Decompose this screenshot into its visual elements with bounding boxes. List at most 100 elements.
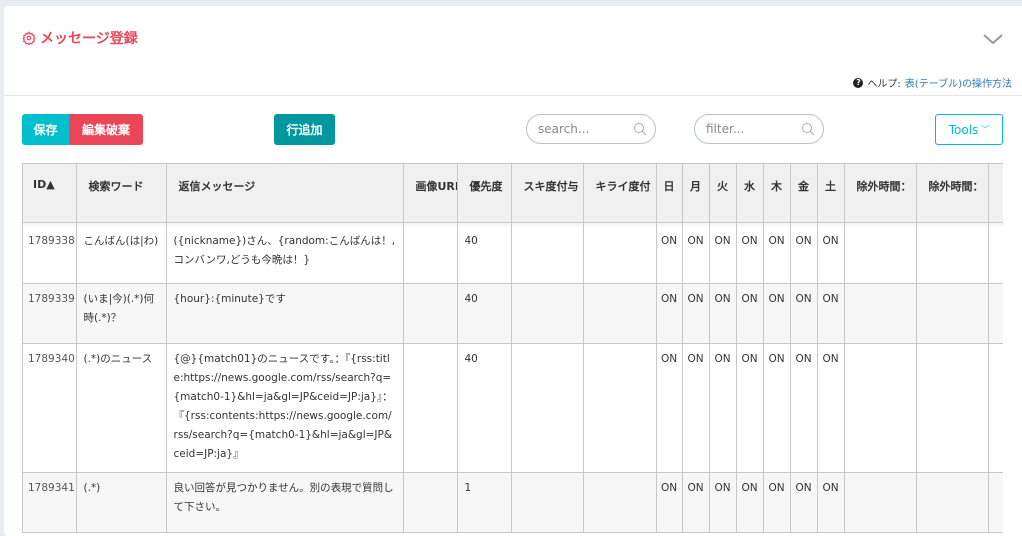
column-header[interactable]: スキ度付与 bbox=[511, 163, 584, 223]
column-header[interactable]: 検索ワード bbox=[76, 163, 167, 223]
column-header[interactable]: ID▲ bbox=[23, 163, 77, 223]
cell-day[interactable]: ON bbox=[763, 472, 791, 533]
cell-day[interactable]: ON bbox=[817, 283, 845, 344]
cell-word[interactable]: (いま|今)(.*)何時(.*)？ bbox=[76, 283, 167, 344]
cell-day[interactable]: ON bbox=[763, 343, 791, 473]
filter-placeholder: filter... bbox=[706, 122, 745, 136]
add-row-button[interactable]: 行追加 bbox=[274, 114, 335, 145]
cell-day[interactable]: ON bbox=[682, 343, 710, 473]
column-header[interactable]: キライ度付 bbox=[583, 163, 657, 223]
cell-reply[interactable]: 良い回答が見つかりません。別の表現で質問して下さい。 bbox=[166, 472, 404, 533]
cell-day[interactable]: ON bbox=[682, 283, 710, 344]
cell-word[interactable]: (.*) bbox=[76, 472, 167, 533]
search-input[interactable]: search... bbox=[526, 114, 656, 144]
cell-dislike[interactable] bbox=[583, 343, 657, 473]
cell-exclude-time[interactable] bbox=[916, 343, 989, 473]
column-header[interactable]: 除外時間： bbox=[916, 163, 989, 223]
cell-exclude-time[interactable] bbox=[988, 472, 1003, 533]
cell-day[interactable]: ON bbox=[709, 343, 737, 473]
cell-day[interactable]: ON bbox=[817, 472, 845, 533]
cell-exclude-time[interactable] bbox=[988, 225, 1003, 284]
cell-id[interactable]: 1789339 bbox=[23, 283, 77, 344]
cell-exclude-time[interactable] bbox=[844, 283, 917, 344]
cell-id[interactable]: 1789340 bbox=[23, 343, 77, 473]
cell-image[interactable] bbox=[403, 472, 458, 533]
column-header[interactable]: 返信メッセージ bbox=[166, 163, 404, 223]
cell-exclude-time[interactable] bbox=[844, 472, 917, 533]
cell-word[interactable]: こんばん(は|わ) bbox=[76, 225, 167, 284]
chevron-down-icon[interactable] bbox=[982, 32, 1004, 46]
cell-id[interactable]: 1789341 bbox=[23, 472, 77, 533]
cell-day[interactable]: ON bbox=[790, 225, 818, 284]
cell-day[interactable]: ON bbox=[790, 283, 818, 344]
column-header[interactable]: 画像URL bbox=[403, 163, 458, 223]
cell-like[interactable] bbox=[511, 472, 584, 533]
column-header[interactable] bbox=[988, 163, 1003, 223]
message-table: ID▲検索ワード返信メッセージ画像URL優先度スキ度付与キライ度付日月火水木金土… bbox=[22, 163, 1003, 533]
cell-dislike[interactable] bbox=[583, 225, 657, 284]
column-header[interactable]: 水 bbox=[736, 163, 764, 223]
cell-exclude-time[interactable] bbox=[916, 225, 989, 284]
column-header[interactable]: 金 bbox=[790, 163, 818, 223]
cell-image[interactable] bbox=[403, 283, 458, 344]
filter-input[interactable]: filter... bbox=[694, 114, 824, 144]
cell-exclude-time[interactable] bbox=[916, 283, 989, 344]
cell-day[interactable]: ON bbox=[656, 343, 683, 473]
cell-day[interactable]: ON bbox=[709, 472, 737, 533]
cell-day[interactable]: ON bbox=[790, 343, 818, 473]
save-button[interactable]: 保存 bbox=[22, 114, 69, 145]
cell-day[interactable]: ON bbox=[736, 343, 764, 473]
table-row[interactable]: 1789341 (.*) 良い回答が見つかりません。別の表現で質問して下さい。 1 ON… bbox=[23, 472, 1003, 533]
cell-exclude-time[interactable] bbox=[988, 343, 1003, 473]
cell-day[interactable]: ON bbox=[709, 283, 737, 344]
cell-day[interactable]: ON bbox=[790, 472, 818, 533]
cell-day[interactable]: ON bbox=[736, 283, 764, 344]
cell-day[interactable]: ON bbox=[736, 225, 764, 284]
cell-day[interactable]: ON bbox=[817, 225, 845, 284]
cell-priority[interactable]: 40 bbox=[457, 343, 512, 473]
column-header[interactable]: 除外時間： bbox=[844, 163, 917, 223]
cell-reply[interactable]: {@}{match01}のニュースです。：『{rss:title:https:/… bbox=[166, 343, 404, 473]
cell-reply[interactable]: ({nickname})さん、{random:こんばんは！,コンバンワ,どうも今… bbox=[166, 225, 404, 284]
table-row[interactable]: 1789340 (.*)のニュース {@}{match01}のニュースです。：『{r… bbox=[23, 343, 1003, 473]
column-header[interactable]: 木 bbox=[763, 163, 791, 223]
column-header[interactable]: 日 bbox=[656, 163, 683, 223]
cell-exclude-time[interactable] bbox=[916, 472, 989, 533]
tools-dropdown[interactable]: Tools ﹀ bbox=[935, 114, 1003, 145]
cell-like[interactable] bbox=[511, 283, 584, 344]
cell-day[interactable]: ON bbox=[817, 343, 845, 473]
cell-day[interactable]: ON bbox=[763, 225, 791, 284]
cell-word[interactable]: (.*)のニュース bbox=[76, 343, 167, 473]
cell-day[interactable]: ON bbox=[656, 225, 683, 284]
cell-image[interactable] bbox=[403, 343, 458, 473]
cell-day[interactable]: ON bbox=[682, 472, 710, 533]
cell-like[interactable] bbox=[511, 343, 584, 473]
cell-exclude-time[interactable] bbox=[844, 225, 917, 284]
help-link[interactable]: 表(テーブル)の操作方法 bbox=[905, 75, 1012, 90]
cell-reply[interactable]: {hour}:{minute}です bbox=[166, 283, 404, 344]
table-row[interactable]: 1789338 こんばん(は|わ) ({nickname})さん、{random:こ… bbox=[23, 225, 1003, 284]
cell-priority[interactable]: 40 bbox=[457, 225, 512, 284]
cell-day[interactable]: ON bbox=[763, 283, 791, 344]
discard-edits-button[interactable]: 編集破棄 bbox=[69, 114, 143, 145]
cell-priority[interactable]: 40 bbox=[457, 283, 512, 344]
cell-day[interactable]: ON bbox=[656, 283, 683, 344]
column-header[interactable]: 土 bbox=[817, 163, 845, 223]
cell-exclude-time[interactable] bbox=[844, 343, 917, 473]
cell-dislike[interactable] bbox=[583, 283, 657, 344]
cell-dislike[interactable] bbox=[583, 472, 657, 533]
column-header[interactable]: 優先度 bbox=[457, 163, 512, 223]
cell-day[interactable]: ON bbox=[709, 225, 737, 284]
cell-day[interactable]: ON bbox=[682, 225, 710, 284]
cell-day[interactable]: ON bbox=[656, 472, 683, 533]
column-header[interactable]: 火 bbox=[709, 163, 737, 223]
cell-priority[interactable]: 1 bbox=[457, 472, 512, 533]
column-header[interactable]: 月 bbox=[682, 163, 710, 223]
cell-like[interactable] bbox=[511, 225, 584, 284]
help-label: ヘルプ: bbox=[867, 79, 901, 90]
table-row[interactable]: 1789339 (いま|今)(.*)何時(.*)？ {hour}:{minute}で… bbox=[23, 283, 1003, 344]
cell-id[interactable]: 1789338 bbox=[23, 225, 77, 284]
cell-exclude-time[interactable] bbox=[988, 283, 1003, 344]
cell-day[interactable]: ON bbox=[736, 472, 764, 533]
cell-image[interactable] bbox=[403, 225, 458, 284]
